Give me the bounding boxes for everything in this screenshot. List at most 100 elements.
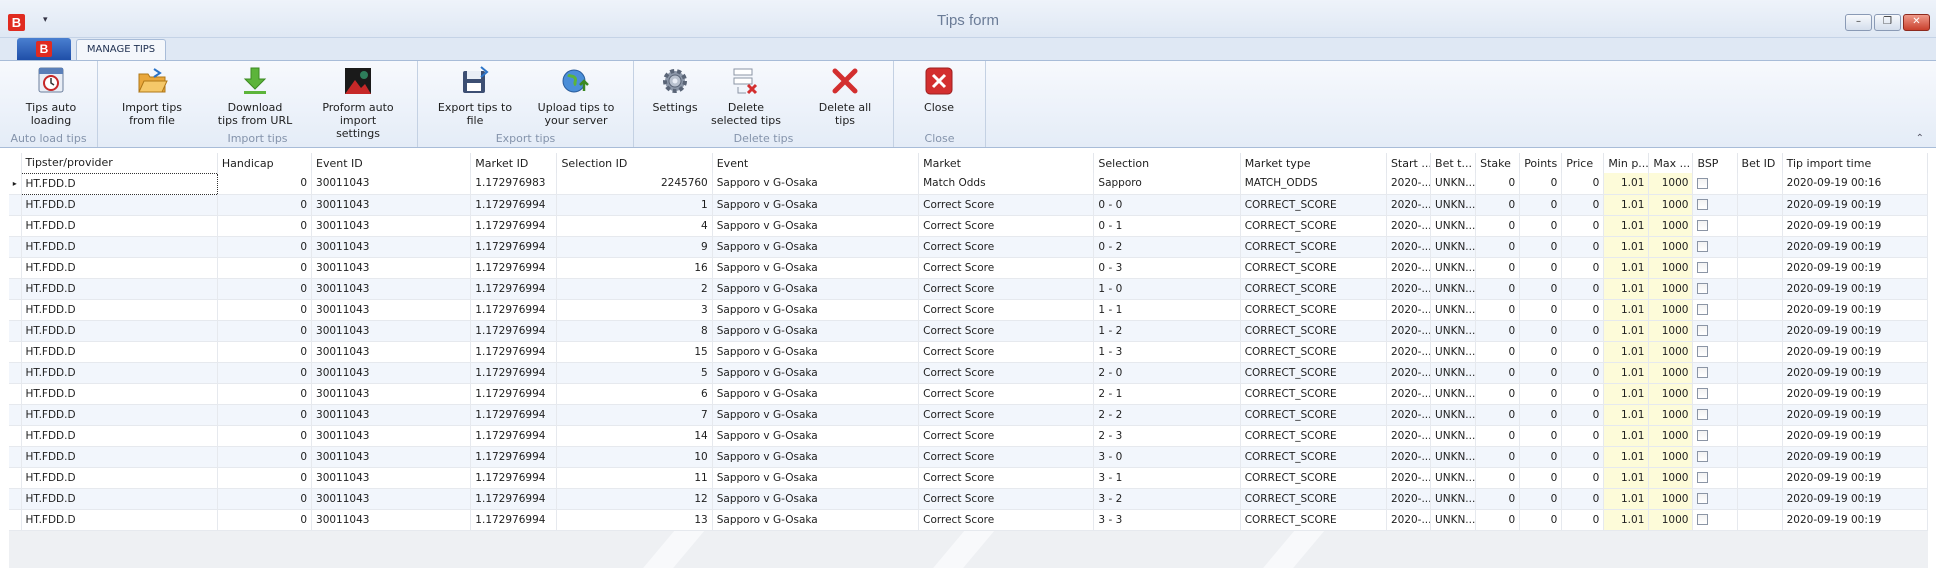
cell-market-type[interactable]: CORRECT_SCORE	[1240, 362, 1387, 384]
cell-handicap[interactable]: 0	[217, 236, 313, 258]
cell-bet-t[interactable]: UNKN...	[1430, 278, 1477, 300]
cell-max[interactable]: 1000	[1648, 299, 1694, 321]
cell-selection[interactable]: 1 - 0	[1093, 278, 1241, 300]
bsp-checkbox[interactable]	[1697, 451, 1709, 462]
cell-start[interactable]: 2020-...	[1386, 362, 1432, 384]
cell-max[interactable]: 1000	[1648, 215, 1694, 237]
cell-max[interactable]: 1000	[1648, 257, 1694, 279]
cell-bsp[interactable]	[1692, 467, 1738, 489]
row-indicator[interactable]	[9, 320, 22, 342]
cell-tip-import-time[interactable]: 2020-09-19 00:19	[1782, 509, 1929, 531]
table-row[interactable]: ▸ HT.FDD.D 0 30011043 1.172976983 2245760 Sapp…	[9, 172, 1929, 195]
cell-bsp[interactable]	[1692, 299, 1738, 321]
cell-bsp[interactable]	[1692, 488, 1738, 510]
cell-market-type[interactable]: CORRECT_SCORE	[1240, 341, 1387, 363]
cell-min-p[interactable]: 1.01	[1603, 299, 1650, 321]
cell-tipster-provider[interactable]: HT.FDD.D	[21, 236, 218, 258]
cell-bet-id[interactable]	[1737, 488, 1783, 510]
cell-bsp[interactable]	[1692, 257, 1738, 279]
cell-handicap[interactable]: 0	[217, 404, 313, 426]
cell-tip-import-time[interactable]: 2020-09-19 00:19	[1782, 341, 1929, 363]
cell-market[interactable]: Correct Score	[918, 488, 1095, 510]
table-row[interactable]: HT.FDD.D 0 30011043 1.172976994 6 Sapporo v G…	[9, 383, 1929, 405]
cell-min-p[interactable]: 1.01	[1603, 278, 1650, 300]
cell-bet-t[interactable]: UNKN...	[1430, 215, 1477, 237]
cell-bsp[interactable]	[1692, 509, 1738, 531]
cell-price[interactable]: 0	[1561, 509, 1605, 531]
cell-price[interactable]: 0	[1561, 383, 1605, 405]
cell-tipster-provider[interactable]: HT.FDD.D	[21, 362, 218, 384]
cell-stake[interactable]: 0	[1475, 341, 1521, 363]
cell-bet-t[interactable]: UNKN...	[1430, 446, 1477, 468]
cell-max[interactable]: 1000	[1648, 383, 1694, 405]
cell-selection-id[interactable]: 16	[556, 257, 713, 279]
row-indicator[interactable]	[9, 257, 22, 279]
cell-handicap[interactable]: 0	[217, 425, 313, 447]
cell-market-id[interactable]: 1.172976994	[470, 467, 558, 489]
cell-price[interactable]: 0	[1561, 299, 1605, 321]
cell-bsp[interactable]	[1692, 173, 1738, 195]
cell-bet-id[interactable]	[1737, 467, 1783, 489]
cell-points[interactable]: 0	[1519, 320, 1563, 342]
cell-bsp[interactable]	[1692, 320, 1738, 342]
cell-max[interactable]: 1000	[1648, 425, 1694, 447]
cell-event-id[interactable]: 30011043	[311, 299, 472, 321]
cell-market-id[interactable]: 1.172976994	[470, 362, 558, 384]
cell-market-id[interactable]: 1.172976994	[470, 215, 558, 237]
cell-max[interactable]: 1000	[1648, 488, 1694, 510]
bsp-checkbox[interactable]	[1697, 493, 1709, 504]
cell-tipster-provider[interactable]: HT.FDD.D	[21, 467, 218, 489]
column-header-tip-import-time[interactable]: Tip import time	[1782, 153, 1929, 173]
cell-start[interactable]: 2020-...	[1386, 404, 1432, 426]
cell-market[interactable]: Correct Score	[918, 236, 1095, 258]
cell-tipster-provider[interactable]: HT.FDD.D	[21, 446, 218, 468]
cell-selection-id[interactable]: 10	[556, 446, 713, 468]
cell-market-id[interactable]: 1.172976994	[470, 404, 558, 426]
cell-price[interactable]: 0	[1561, 320, 1605, 342]
cell-selection[interactable]: 3 - 2	[1093, 488, 1241, 510]
minimize-button[interactable]: –	[1845, 14, 1872, 31]
cell-market-type[interactable]: CORRECT_SCORE	[1240, 257, 1387, 279]
cell-tip-import-time[interactable]: 2020-09-19 00:19	[1782, 488, 1929, 510]
cell-handicap[interactable]: 0	[217, 320, 313, 342]
column-header-selection-id[interactable]: Selection ID	[556, 153, 713, 173]
cell-bet-id[interactable]	[1737, 425, 1783, 447]
cell-market-id[interactable]: 1.172976994	[470, 299, 558, 321]
cell-selection-id[interactable]: 5	[556, 362, 713, 384]
cell-points[interactable]: 0	[1519, 425, 1563, 447]
cell-event[interactable]: Sapporo v G-Osaka	[712, 194, 920, 216]
export-tips-to-file-button[interactable]: Export tips to file	[430, 65, 520, 127]
cell-bet-t[interactable]: UNKN...	[1430, 320, 1477, 342]
cell-market-id[interactable]: 1.172976983	[470, 173, 558, 195]
cell-market[interactable]: Correct Score	[918, 257, 1095, 279]
cell-stake[interactable]: 0	[1475, 299, 1521, 321]
cell-event[interactable]: Sapporo v G-Osaka	[712, 509, 920, 531]
cell-start[interactable]: 2020-...	[1386, 341, 1432, 363]
cell-event-id[interactable]: 30011043	[311, 236, 472, 258]
cell-event[interactable]: Sapporo v G-Osaka	[712, 467, 920, 489]
column-header-min-p[interactable]: Min p...	[1603, 153, 1650, 173]
cell-selection[interactable]: 2 - 3	[1093, 425, 1241, 447]
cell-bet-id[interactable]	[1737, 194, 1783, 216]
cell-bsp[interactable]	[1692, 383, 1738, 405]
column-header-event[interactable]: Event	[712, 153, 920, 173]
cell-min-p[interactable]: 1.01	[1603, 194, 1650, 216]
table-row[interactable]: HT.FDD.D 0 30011043 1.172976994 8 Sapporo v G…	[9, 320, 1929, 342]
cell-start[interactable]: 2020-...	[1386, 425, 1432, 447]
cell-event[interactable]: Sapporo v G-Osaka	[712, 425, 920, 447]
close-window-button[interactable]: ✕	[1903, 14, 1930, 31]
cell-selection-id[interactable]: 11	[556, 467, 713, 489]
cell-min-p[interactable]: 1.01	[1603, 404, 1650, 426]
cell-bet-id[interactable]	[1737, 299, 1783, 321]
bsp-checkbox[interactable]	[1697, 241, 1709, 252]
cell-event[interactable]: Sapporo v G-Osaka	[712, 341, 920, 363]
cell-market[interactable]: Correct Score	[918, 194, 1095, 216]
cell-tip-import-time[interactable]: 2020-09-19 00:19	[1782, 467, 1929, 489]
cell-max[interactable]: 1000	[1648, 173, 1694, 195]
cell-tip-import-time[interactable]: 2020-09-19 00:19	[1782, 194, 1929, 216]
cell-bet-t[interactable]: UNKN...	[1430, 467, 1477, 489]
cell-start[interactable]: 2020-...	[1386, 236, 1432, 258]
cell-handicap[interactable]: 0	[217, 341, 313, 363]
cell-points[interactable]: 0	[1519, 467, 1563, 489]
cell-max[interactable]: 1000	[1648, 446, 1694, 468]
